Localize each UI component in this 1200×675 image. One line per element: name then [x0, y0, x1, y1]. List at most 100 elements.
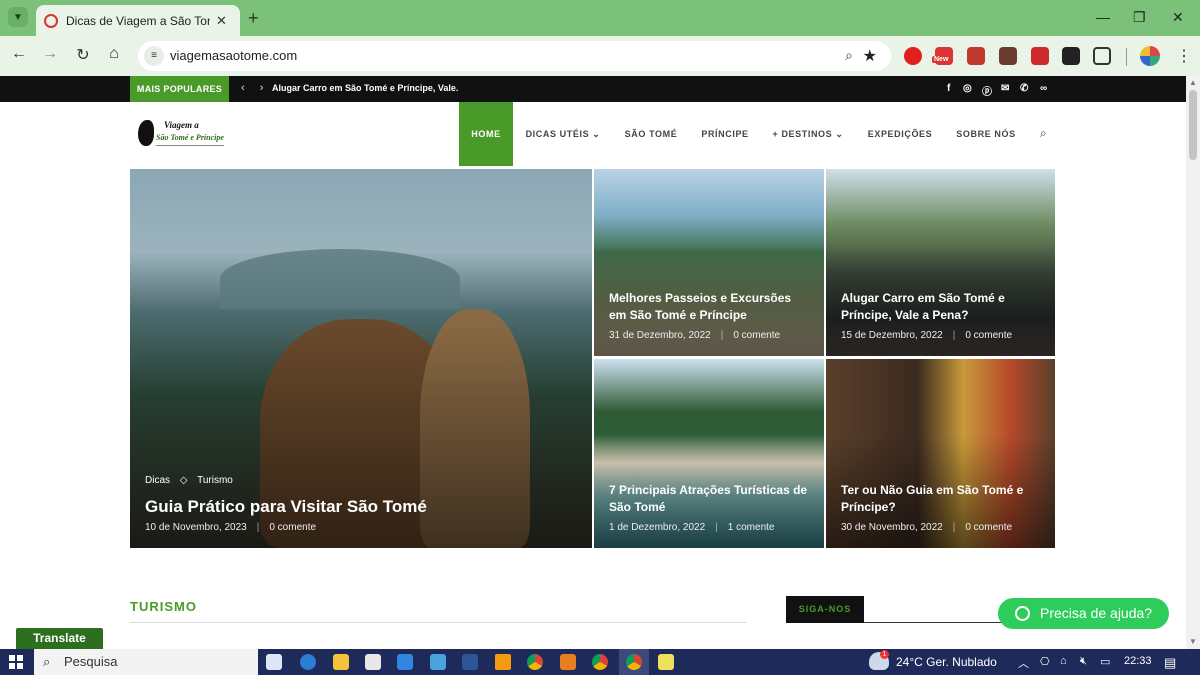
category-link[interactable]: Turismo	[197, 475, 233, 486]
featured-post-card[interactable]: Dicas ◇ Turismo Guia Prático para Visita…	[130, 169, 592, 548]
word-icon[interactable]	[462, 654, 478, 670]
nav-item-expedi-es[interactable]: EXPEDIÇÕES	[862, 102, 938, 166]
windows-start-icon[interactable]	[9, 655, 23, 669]
close-window-icon[interactable]: ✕	[1172, 9, 1184, 26]
meta-separator: |	[715, 522, 718, 533]
app-icon[interactable]	[560, 654, 576, 670]
new-tab-icon[interactable]: +	[248, 8, 259, 29]
tripadvisor-icon[interactable]: ∞	[1040, 83, 1047, 94]
whatsapp-icon	[1015, 606, 1030, 621]
volume-icon[interactable]: 🔇︎	[1080, 655, 1087, 668]
page-scrollbar[interactable]: ▲ ▼	[1186, 76, 1200, 649]
k-ext-icon[interactable]	[999, 47, 1017, 65]
site-logo[interactable]: Viagem a São Tomé e Príncipe	[134, 116, 260, 152]
scroll-up-icon[interactable]: ▲	[1189, 78, 1197, 87]
file-explorer-icon[interactable]	[333, 654, 349, 670]
post-card[interactable]: Alugar Carro em São Tomé e Príncipe, Val…	[826, 169, 1055, 356]
post-date: 15 de Dezembro, 2022	[841, 330, 943, 341]
reload-icon[interactable]: ↻	[72, 45, 94, 65]
ticker-arrows[interactable]: ‹ ›	[241, 82, 269, 94]
post-card[interactable]: 7 Principais Atrações Turísticas de São …	[594, 359, 824, 548]
taskbar-search-placeholder: Pesquisa	[64, 654, 118, 669]
whatsapp-icon[interactable]: ✆	[1020, 83, 1028, 94]
post-title[interactable]: Guia Prático para Visitar São Tomé	[145, 495, 427, 519]
post-title[interactable]: Alugar Carro em São Tomé e Príncipe, Val…	[841, 290, 1042, 324]
profile-avatar[interactable]	[1140, 46, 1160, 66]
post-comments[interactable]: 1 comente	[728, 522, 775, 533]
close-tab-icon[interactable]: ✕	[216, 13, 227, 29]
back-icon[interactable]: ←	[8, 45, 30, 63]
email-icon[interactable]: ✉	[1001, 83, 1009, 94]
black-ext-icon[interactable]	[1062, 47, 1080, 65]
minimize-icon[interactable]: —	[1096, 9, 1110, 25]
translate-button[interactable]: Translate	[16, 628, 103, 649]
extensions-puzzle-icon[interactable]	[1093, 47, 1111, 65]
post-title[interactable]: Melhores Passeios e Excursões em São Tom…	[609, 290, 811, 324]
weather-text[interactable]: 24°C Ger. Nublado	[896, 655, 997, 669]
opera-ext-icon[interactable]	[904, 47, 922, 65]
clock[interactable]: 22:33	[1124, 655, 1152, 667]
chrome-icon[interactable]	[527, 654, 543, 670]
chrome-active-icon[interactable]	[626, 654, 642, 670]
browser-tab[interactable]: Dicas de Viagem a São Tomé e ✕	[36, 5, 240, 36]
browser-menu-icon[interactable]: ⋮	[1176, 46, 1192, 66]
scrollbar-thumb[interactable]	[1189, 90, 1197, 160]
vlc-icon[interactable]	[495, 654, 511, 670]
address-bar[interactable]: ≡ viagemasaotome.com ⌕ ★	[138, 41, 891, 71]
pinterest-icon[interactable]: ⓟ	[982, 83, 992, 98]
task-view-icon[interactable]	[266, 654, 282, 670]
logo-line-1: Viagem a	[164, 120, 199, 130]
nav-item-sobre-n-s[interactable]: SOBRE NÓS	[950, 102, 1022, 166]
post-comments[interactable]: 0 comente	[965, 522, 1012, 533]
post-comments[interactable]: 0 comente	[269, 522, 316, 533]
post-date: 10 de Novembro, 2023	[145, 522, 247, 533]
forward-icon[interactable]: →	[39, 45, 61, 63]
scroll-down-icon[interactable]: ▼	[1189, 637, 1197, 646]
weather-badge: 1	[880, 650, 889, 659]
tray-app-icon[interactable]: ⎔	[1040, 655, 1050, 668]
zoom-icon[interactable]: ⌕	[845, 47, 853, 64]
mail-icon[interactable]	[397, 654, 413, 670]
ticker-link[interactable]: Alugar Carro em São Tomé e Príncipe, Val…	[272, 83, 458, 93]
post-card[interactable]: Ter ou Não Guia em São Tomé e Príncipe? 3…	[826, 359, 1055, 548]
show-hidden-icons-icon[interactable]: ︿	[1018, 655, 1029, 671]
whatsapp-help-button[interactable]: Precisa de ajuda?	[998, 598, 1169, 629]
app-icon[interactable]	[430, 654, 446, 670]
red-ext-icon[interactable]	[1031, 47, 1049, 65]
nav-item-s-o-tom[interactable]: SÃO TOMÉ	[618, 102, 684, 166]
tab-search-button[interactable]: ▼	[8, 7, 28, 27]
taskbar-search-box[interactable]: ⌕ Pesquisa	[34, 649, 258, 675]
instagram-icon[interactable]: ◎	[963, 83, 972, 94]
edge-icon[interactable]	[300, 654, 316, 670]
post-title[interactable]: 7 Principais Atrações Turísticas de São …	[609, 482, 811, 516]
new-badge-ext-icon[interactable]: New	[932, 47, 953, 65]
post-date: 31 de Dezembro, 2022	[609, 330, 711, 341]
meta-separator: |	[952, 330, 956, 341]
store-icon[interactable]	[365, 654, 381, 670]
meta-separator: |	[720, 330, 724, 341]
battery-icon[interactable]: ▭	[1100, 655, 1110, 668]
search-icon[interactable]: ⌕	[1040, 126, 1047, 141]
post-comments[interactable]: 0 comente	[733, 330, 780, 341]
nav-item-dicas-ut-is[interactable]: DICAS UTÉIS ⌄	[520, 102, 606, 166]
post-title[interactable]: Ter ou Não Guia em São Tomé e Príncipe?	[841, 482, 1042, 516]
nav-item-destinos[interactable]: + DESTINOS ⌄	[766, 102, 850, 166]
nav-item-pr-ncipe[interactable]: PRÍNCIPE	[694, 102, 756, 166]
post-categories[interactable]: Dicas ◇ Turismo	[145, 475, 233, 486]
site-info-icon[interactable]: ≡	[144, 46, 164, 66]
home-icon[interactable]: ⌂	[103, 45, 125, 63]
network-icon[interactable]: ⌂	[1060, 655, 1067, 667]
chevron-down-icon: ⌄	[832, 129, 844, 139]
bookmark-star-icon[interactable]: ★	[863, 46, 877, 66]
nav-item-home[interactable]: HOME	[459, 102, 513, 166]
post-card[interactable]: Melhores Passeios e Excursões em São Tom…	[594, 169, 824, 356]
post-comments[interactable]: 0 comente	[965, 330, 1012, 341]
facebook-icon[interactable]: f	[947, 83, 950, 94]
restore-icon[interactable]: ❐	[1133, 9, 1146, 26]
chrome-icon[interactable]	[592, 654, 608, 670]
notes-icon[interactable]	[658, 654, 674, 670]
url-text[interactable]: viagemasaotome.com	[170, 48, 297, 63]
category-link[interactable]: Dicas	[145, 475, 170, 486]
notifications-icon[interactable]: ▤	[1164, 655, 1176, 671]
s-ext-icon[interactable]	[967, 47, 985, 65]
